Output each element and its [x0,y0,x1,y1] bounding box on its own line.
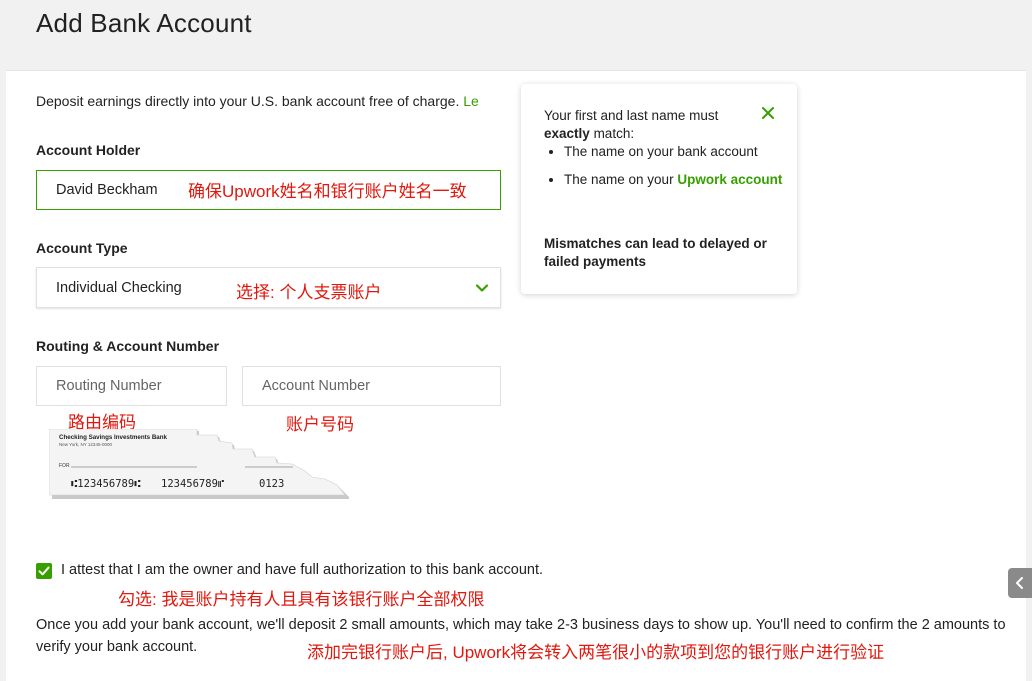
tooltip-bullet-bank: The name on your bank account [564,143,784,161]
tooltip-intro-bold: exactly [544,126,590,141]
account-number-placeholder: Account Number [262,378,370,394]
learn-more-link[interactable]: Le [463,93,479,109]
side-panel-tab[interactable] [1008,568,1032,598]
tooltip-intro-text: Your first and last name must [544,108,719,123]
tooltip-upwork-highlight: Upwork account [677,172,783,187]
name-match-tooltip: Your first and last name must exactly ma… [521,84,797,294]
tooltip-bullets: The name on your bank account The name o… [544,143,784,199]
attest-annotation: 勾选: 我是账户持有人且具有该银行账户全部权限 [118,590,485,609]
account-holder-annotation: 确保Upwork姓名和银行账户姓名一致 [188,182,467,201]
routing-number-input[interactable]: Routing Number [36,366,227,406]
account-type-annotation: 选择: 个人支票账户 [236,283,382,302]
close-icon[interactable] [761,106,775,120]
tooltip-intro: Your first and last name must exactly ma… [544,107,759,143]
check-bank-address: New York, NY 12345-0000 [59,442,112,447]
check-account-digits: 123456789⑈ [161,478,225,490]
page-title: Add Bank Account [36,8,252,38]
tooltip-intro-match: match: [593,126,635,141]
check-for-label: FOR [59,463,70,469]
routing-number-placeholder: Routing Number [56,378,162,394]
check-number-digits: 0123 [259,478,284,490]
account-holder-label: Account Holder [36,142,141,158]
chevron-down-icon [475,284,489,292]
tooltip-bullet-upwork-prefix: The name on your [564,172,674,187]
bank-account-form: Deposit earnings directly into your U.S.… [6,70,1026,681]
routing-account-label: Routing & Account Number [36,338,220,354]
attest-checkbox[interactable] [36,563,52,579]
account-type-value: Individual Checking [56,279,182,296]
check-illustration: Checking Savings Investments Bank New Yo… [49,429,349,499]
check-routing-digits: ⑆123456789⑆ [71,478,141,490]
account-type-label: Account Type [36,240,128,256]
account-holder-value: David Beckham [56,182,158,198]
tooltip-warning: Mismatches can lead to delayed or failed… [544,236,767,269]
check-bank-name: Checking Savings Investments Bank [59,434,168,441]
intro-text: Deposit earnings directly into your U.S.… [36,93,479,109]
account-number-input[interactable]: Account Number [242,366,501,406]
chevron-left-icon [1016,577,1023,589]
checkmark-icon [38,566,50,576]
attest-label: I attest that I am the owner and have fu… [61,562,544,578]
tooltip-bullet-upwork: The name on your Upwork account [564,171,784,189]
deposit-info-annotation: 添加完银行账户后, Upwork将会转入两笔很小的款项到您的银行账户进行验证 [307,643,885,662]
intro-text-body: Deposit earnings directly into your U.S.… [36,93,460,109]
